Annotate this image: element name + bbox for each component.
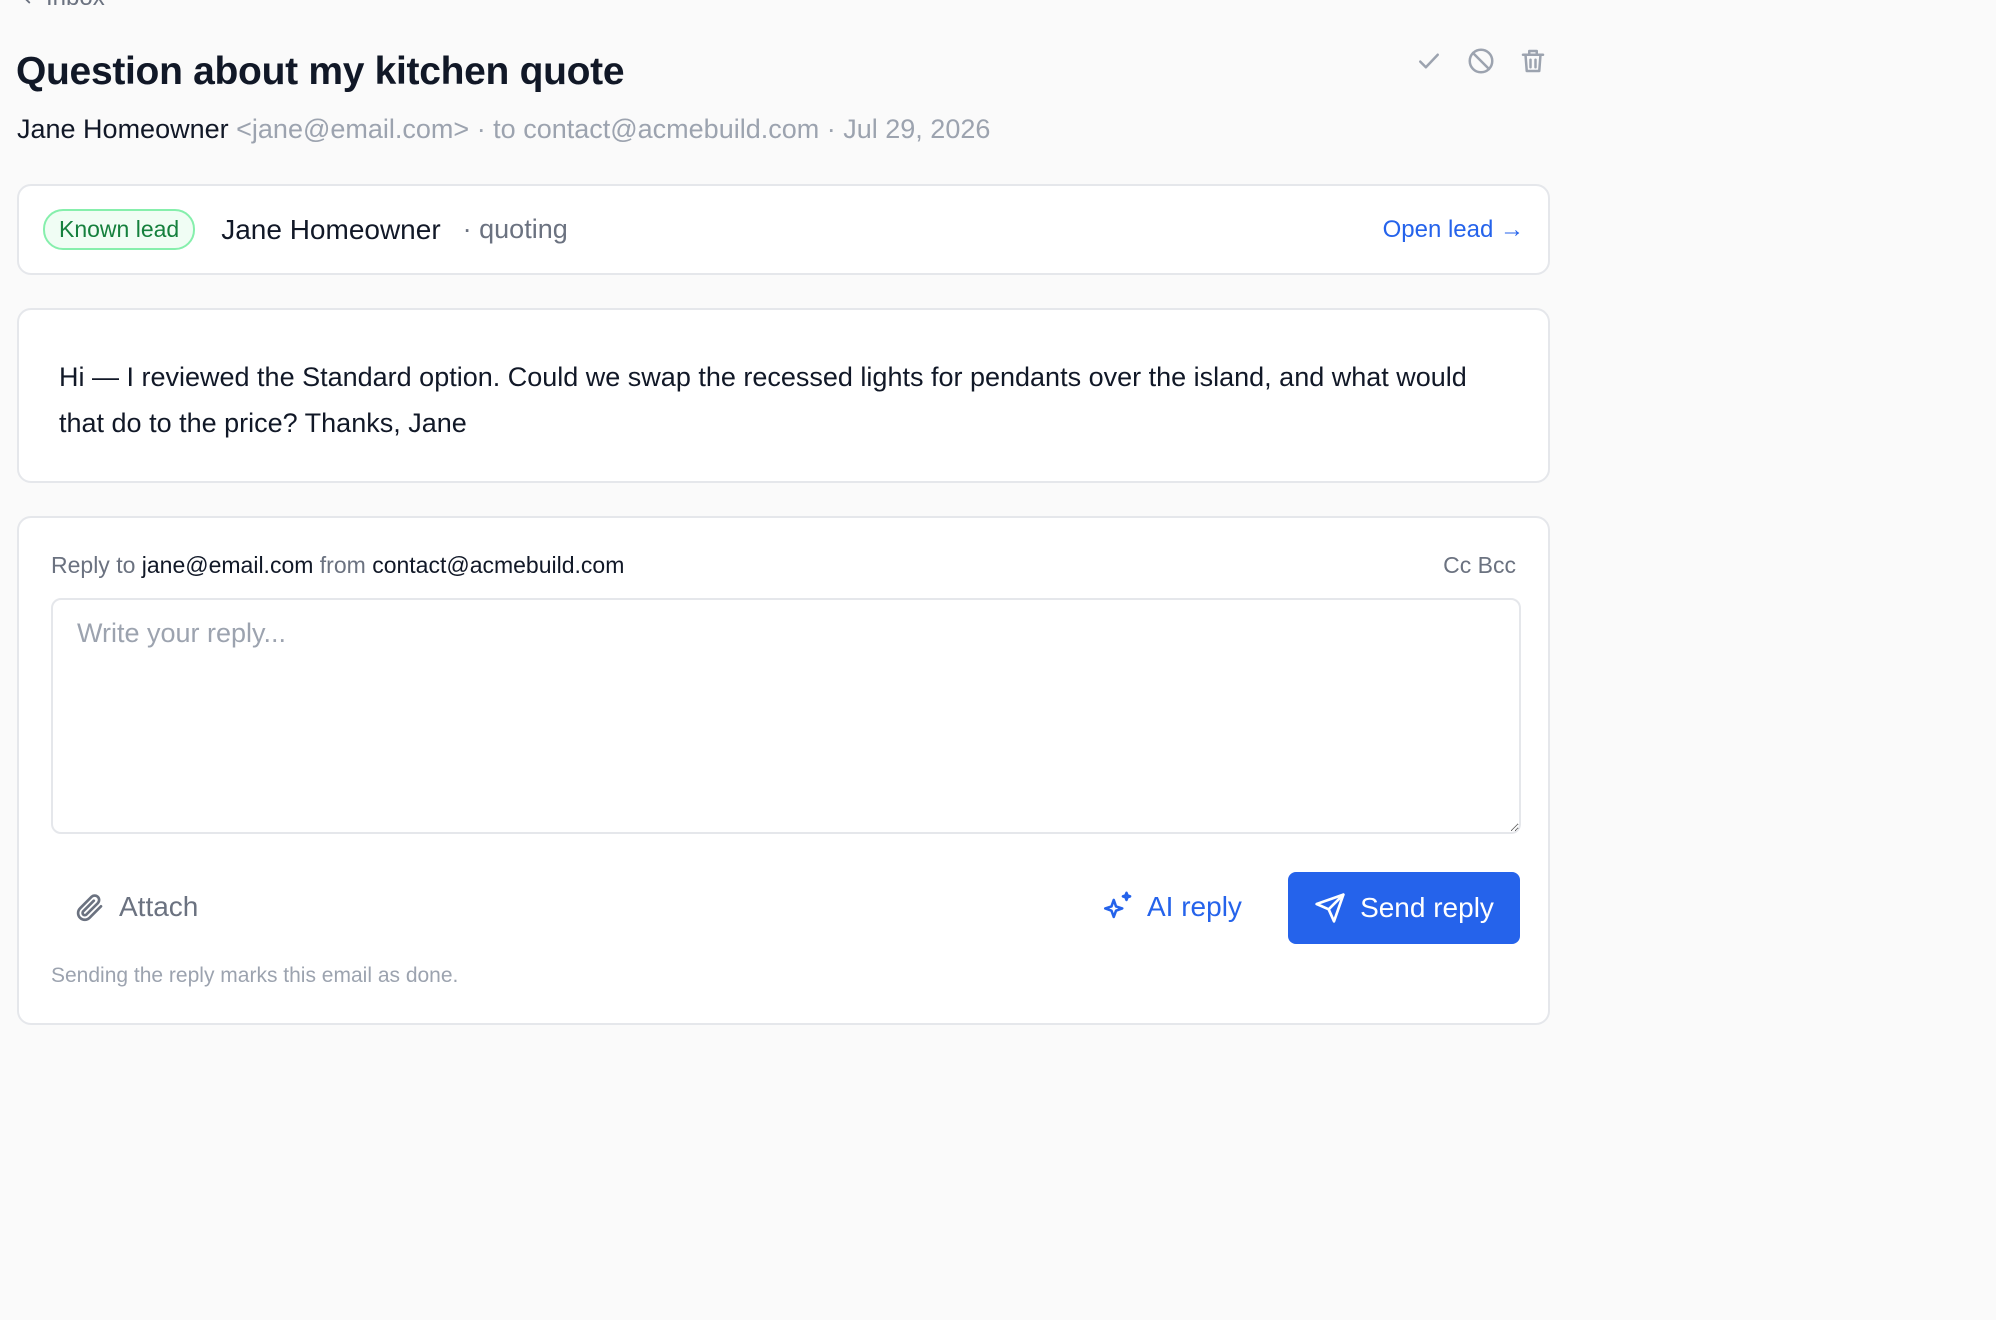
- chevron-left-icon: [25, 0, 31, 4]
- block-icon: [1468, 48, 1494, 74]
- trash-icon: [1521, 49, 1545, 73]
- email-actions: [1412, 44, 1550, 78]
- from-address: contact@acmebuild.com: [372, 552, 625, 578]
- back-to-inbox-link[interactable]: Inbox: [18, 0, 105, 12]
- recipient-text: · to contact@acmebuild.com: [476, 114, 820, 144]
- attach-button[interactable]: Attach: [73, 886, 198, 928]
- sparkles-icon: [1103, 891, 1132, 919]
- sender-email: <jane@email.com>: [236, 114, 470, 144]
- from-label: from: [319, 552, 366, 578]
- delete-button[interactable]: [1516, 44, 1550, 78]
- back-label: Inbox: [46, 0, 105, 12]
- lead-stage: · quoting: [462, 214, 568, 244]
- lead-card: Known lead Jane Homeowner · quoting Open…: [17, 184, 1550, 275]
- email-meta: Jane Homeowner <jane@email.com> · to con…: [17, 114, 990, 145]
- cc-bcc-toggle[interactable]: Cc Bcc: [1443, 552, 1516, 579]
- reply-addresses: Reply to jane@email.com from contact@acm…: [51, 552, 624, 579]
- ai-reply-label: AI reply: [1147, 891, 1242, 922]
- email-date: · Jul 29, 2026: [826, 114, 991, 144]
- mark-done-button[interactable]: [1412, 44, 1446, 78]
- sender-name: Jane Homeowner: [17, 114, 229, 144]
- email-body-text: Hi — I reviewed the Standard option. Cou…: [59, 362, 1467, 438]
- reply-card: Reply to jane@email.com from contact@acm…: [17, 516, 1550, 1025]
- lead-name: Jane Homeowner: [221, 213, 441, 245]
- attach-label: Attach: [119, 891, 199, 922]
- ai-reply-button[interactable]: AI reply: [1101, 886, 1242, 928]
- lead-status-badge: Known lead: [43, 209, 196, 250]
- reply-textarea[interactable]: [51, 598, 1521, 834]
- open-lead-link[interactable]: Open lead →: [1383, 216, 1524, 244]
- reply-header: Reply to jane@email.com from contact@acm…: [51, 552, 1516, 579]
- email-body-card: Hi — I reviewed the Standard option. Cou…: [17, 308, 1550, 483]
- reply-hint: Sending the reply marks this email as do…: [51, 964, 459, 987]
- check-icon: [1419, 53, 1439, 69]
- send-reply-button[interactable]: Send reply: [1288, 872, 1520, 944]
- reply-to-label: Reply to: [51, 552, 136, 578]
- reply-to-address: jane@email.com: [141, 552, 314, 578]
- send-icon: [1315, 893, 1345, 923]
- paperclip-icon: [76, 894, 103, 922]
- email-subject: Question about my kitchen quote: [16, 50, 625, 93]
- send-reply-label: Send reply: [1360, 892, 1494, 923]
- block-sender-button[interactable]: [1464, 44, 1498, 78]
